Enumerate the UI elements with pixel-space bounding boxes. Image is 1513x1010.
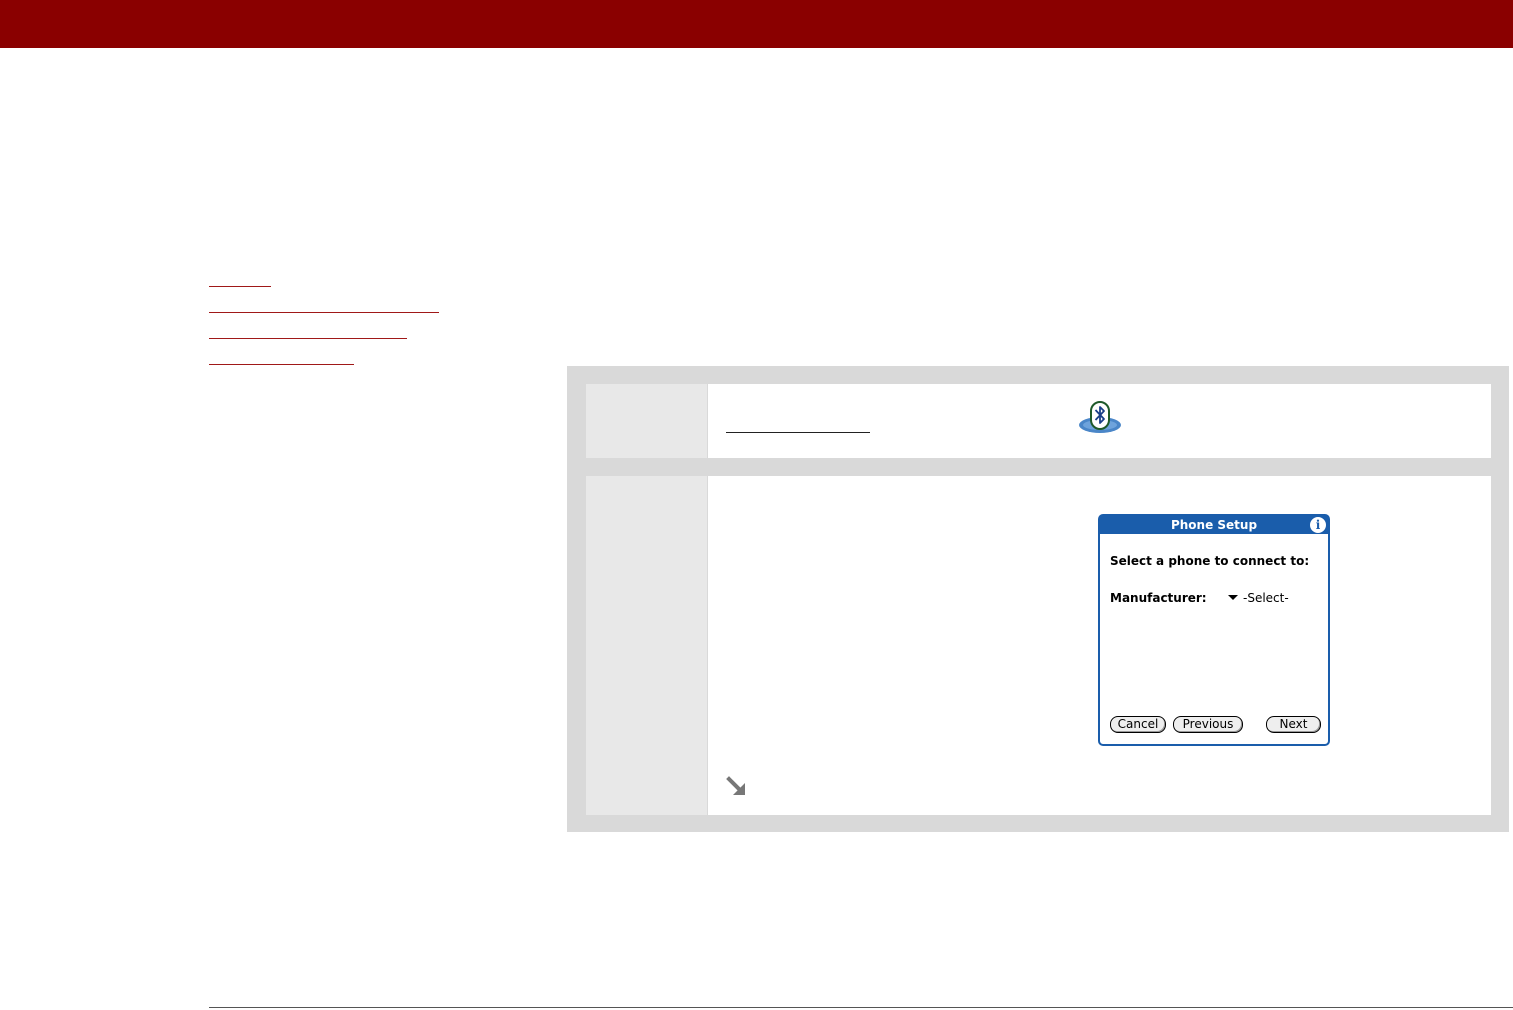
steps-panel: Phone Setup i Select a phone to connect … (567, 366, 1509, 832)
side-link-1[interactable] (209, 270, 271, 287)
bluetooth-icon (1079, 401, 1121, 433)
side-link-2[interactable] (209, 296, 439, 313)
previous-button[interactable]: Previous (1173, 716, 1243, 733)
phone-setup-title-text: Phone Setup (1170, 518, 1258, 532)
step-1-number (586, 384, 707, 458)
step-1-body (708, 384, 1491, 458)
step-1-link[interactable] (726, 432, 870, 433)
manufacturer-select[interactable]: -Select- (1228, 591, 1289, 605)
phone-setup-title: Phone Setup i (1100, 516, 1328, 534)
phone-setup-dialog: Phone Setup i Select a phone to connect … (1098, 514, 1330, 746)
header-bar (0, 0, 1513, 48)
phone-setup-prompt: Select a phone to connect to: (1110, 554, 1310, 568)
manufacturer-label: Manufacturer: (1110, 591, 1207, 605)
step-2-number (586, 476, 707, 815)
side-link-4[interactable] (209, 348, 354, 365)
dropdown-triangle-icon (1228, 595, 1238, 600)
cancel-button[interactable]: Cancel (1110, 716, 1166, 733)
next-button[interactable]: Next (1266, 716, 1321, 733)
continue-arrow-icon (726, 776, 745, 795)
info-icon[interactable]: i (1310, 517, 1326, 533)
footer-rule (209, 1007, 1513, 1008)
step-2-body: Phone Setup i Select a phone to connect … (708, 476, 1491, 815)
manufacturer-value: -Select- (1243, 591, 1289, 605)
side-link-3[interactable] (209, 322, 407, 339)
